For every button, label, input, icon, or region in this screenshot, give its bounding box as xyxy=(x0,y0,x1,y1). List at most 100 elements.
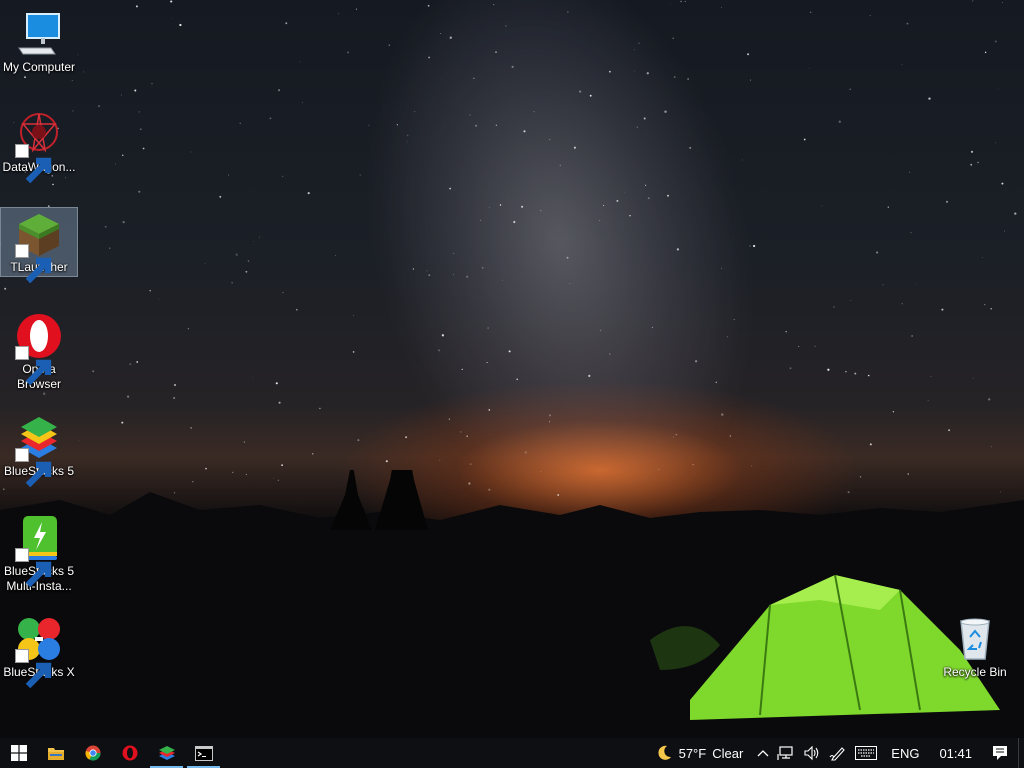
touch-keyboard-button[interactable] xyxy=(851,738,881,768)
star xyxy=(984,304,986,306)
show-hidden-icons-button[interactable] xyxy=(753,738,773,768)
desktop-icon-opera[interactable]: Opera Browser xyxy=(1,310,77,392)
star xyxy=(453,252,455,254)
star xyxy=(231,281,233,284)
bluestacks-x-icon xyxy=(15,615,63,689)
star xyxy=(134,89,137,92)
taskbar-bluestacks[interactable] xyxy=(148,738,185,768)
star xyxy=(151,83,153,85)
star xyxy=(569,283,571,285)
star xyxy=(990,308,992,310)
desktop-icon-label: My Computer xyxy=(2,60,76,74)
star xyxy=(882,284,884,286)
star xyxy=(687,78,689,80)
star xyxy=(995,142,997,144)
star xyxy=(104,225,107,228)
weather-widget[interactable]: 57°F Clear xyxy=(651,738,754,768)
taskbar-command-prompt[interactable] xyxy=(185,738,222,768)
shortcut-arrow-icon xyxy=(15,346,52,386)
star xyxy=(357,439,360,442)
star xyxy=(97,105,101,108)
star xyxy=(347,51,350,54)
star xyxy=(275,382,278,385)
star xyxy=(71,80,73,82)
star xyxy=(645,184,647,186)
taskbar-file-explorer[interactable] xyxy=(37,738,74,768)
star xyxy=(92,370,95,373)
star xyxy=(972,377,974,379)
pen-workspace-button[interactable] xyxy=(825,738,851,768)
chrome-icon xyxy=(85,745,100,761)
star xyxy=(513,220,516,224)
star xyxy=(1002,2,1003,3)
weather-temperature: 57°F xyxy=(678,745,707,761)
star xyxy=(149,289,151,292)
star xyxy=(692,464,694,466)
star xyxy=(307,191,310,195)
star xyxy=(994,40,997,43)
star xyxy=(311,452,314,455)
star xyxy=(752,244,756,248)
network-button[interactable] xyxy=(773,738,799,768)
star xyxy=(579,90,582,93)
star xyxy=(909,171,911,173)
star xyxy=(676,248,680,251)
star xyxy=(910,231,912,234)
star xyxy=(647,197,650,200)
star xyxy=(675,434,677,436)
desktop-icon-tlauncher[interactable]: TLauncher xyxy=(0,207,78,284)
star xyxy=(643,117,646,120)
star xyxy=(988,398,991,401)
star xyxy=(549,421,551,423)
volume-button[interactable] xyxy=(799,738,825,768)
star xyxy=(138,190,141,193)
star xyxy=(122,154,124,156)
star xyxy=(608,353,611,355)
action-center-button[interactable] xyxy=(982,738,1018,768)
star xyxy=(566,256,569,259)
opera-icon xyxy=(15,312,63,386)
star xyxy=(473,77,475,80)
input-language-button[interactable]: ENG xyxy=(881,738,929,768)
moon-icon xyxy=(657,745,671,760)
star xyxy=(689,146,692,149)
start-button[interactable] xyxy=(0,738,37,768)
taskbar-opera[interactable] xyxy=(111,738,148,768)
star xyxy=(634,49,635,51)
desktop-icon-bluestacks-multi-instance[interactable]: BlueStacks 5 Multi-Insta... xyxy=(1,512,77,594)
star xyxy=(838,120,841,123)
star xyxy=(827,368,830,371)
star xyxy=(589,94,592,97)
desktop-icon-bluestacks-5[interactable]: BlueStacks 5 xyxy=(1,412,77,488)
taskbar-chrome[interactable] xyxy=(74,738,111,768)
star xyxy=(296,308,298,311)
desktop-icon-datawagon[interactable]: DataWagon... xyxy=(1,108,77,184)
star xyxy=(892,411,895,413)
desktop-icon-my-computer[interactable]: My Computer xyxy=(1,8,77,75)
star xyxy=(809,67,810,69)
weather-condition: Clear xyxy=(712,745,744,761)
star xyxy=(501,280,503,281)
star xyxy=(77,54,79,56)
star xyxy=(489,206,490,208)
shortcut-arrow-icon xyxy=(15,649,52,689)
star xyxy=(505,25,507,27)
clock-button[interactable]: 01:41 xyxy=(929,738,982,768)
star xyxy=(821,205,823,207)
star xyxy=(252,376,254,378)
star xyxy=(278,89,281,92)
star xyxy=(523,130,526,133)
star xyxy=(997,88,999,90)
tlauncher-grass-block-icon xyxy=(15,210,63,284)
desktop-icon-recycle-bin[interactable]: Recycle Bin xyxy=(937,613,1013,680)
star xyxy=(727,336,728,338)
star xyxy=(405,436,408,439)
star xyxy=(78,440,80,441)
star xyxy=(396,124,398,126)
star xyxy=(948,429,951,432)
desktop-icon-bluestacks-x[interactable]: BlueStacks X xyxy=(1,613,77,689)
show-desktop-button[interactable] xyxy=(1018,738,1024,768)
bluestacks-icon xyxy=(158,746,175,760)
bluestacks-icon xyxy=(15,414,63,488)
star xyxy=(669,3,671,5)
